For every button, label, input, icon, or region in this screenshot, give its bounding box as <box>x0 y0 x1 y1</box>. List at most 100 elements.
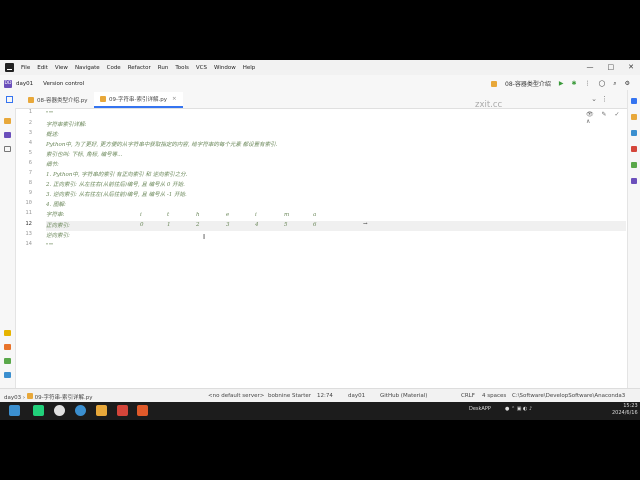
user-icon[interactable]: ◯ <box>599 80 606 87</box>
deployment-server[interactable]: <no default server> <box>208 393 264 399</box>
module-selector[interactable]: day01 <box>348 393 365 399</box>
breadcrumb-file[interactable]: 09-字符串-索引详解.py <box>35 395 93 401</box>
diagram-char: h <box>196 212 200 218</box>
settings-icon[interactable]: ⚙ <box>625 80 630 87</box>
starter-widget[interactable]: bobnine Starter <box>268 393 311 399</box>
line-ending[interactable]: CRLF <box>461 393 475 399</box>
code-editor[interactable]: 👁 ✎ ✓ ∧ 1 """ 2 字符串索引详解: 3 概述: 4 Python中… <box>16 109 627 388</box>
breadcrumb-project[interactable]: day03 <box>4 395 21 401</box>
project-view-icon[interactable] <box>6 96 13 103</box>
tab-label: 09-字符串-索引详解.py <box>109 97 167 103</box>
project-selector[interactable]: day01 <box>16 81 33 87</box>
tab-list-icon[interactable]: ⌄ <box>591 95 601 103</box>
menu-help[interactable]: Help <box>243 65 256 71</box>
diagram-char: a <box>313 212 317 218</box>
diagram-char: t <box>167 212 170 218</box>
minimize-button[interactable]: — <box>587 63 594 71</box>
folder-icon[interactable] <box>4 118 11 124</box>
tray-app-label[interactable]: DeskAPP <box>469 406 491 412</box>
line-number: 3 <box>28 130 32 136</box>
line-number: 10 <box>25 200 32 206</box>
tray-icons[interactable]: ● ⌃ ▣ ◐ ♪ <box>505 406 532 412</box>
code-line: 字符串: <box>46 212 65 218</box>
run-toolbar: 08-容器类型介绍 ▶ ✱ ⋮ ◯ ⌕ ⚙ <box>491 79 630 88</box>
start-menu-icon[interactable] <box>9 405 20 416</box>
tab-label: 08-容器类型介绍.py <box>37 98 88 104</box>
ide-window: File Edit View Navigate Code Refactor Ru… <box>0 60 640 420</box>
code-line: """ <box>46 111 54 117</box>
diagram-char: m <box>284 212 290 218</box>
line-number: 7 <box>28 170 32 176</box>
pycharm-taskbar-icon[interactable] <box>33 405 44 416</box>
forward-index: 3 <box>226 222 230 228</box>
clock-time: 15:23 <box>623 403 638 409</box>
forward-index: 0 <box>140 222 144 228</box>
menu-edit[interactable]: Edit <box>37 65 48 71</box>
close-window-button[interactable]: ✕ <box>628 63 634 71</box>
menu-vcs[interactable]: VCS <box>196 65 207 71</box>
caret-position[interactable]: 12:74 <box>317 393 333 399</box>
line-number: 8 <box>28 180 32 186</box>
code-line: 逆向索引: <box>46 233 70 239</box>
diagram-char: e <box>226 212 230 218</box>
editor-header-icons[interactable]: 👁 ✎ ✓ ∧ <box>586 111 627 125</box>
python-console-icon[interactable] <box>4 344 11 350</box>
menu-window[interactable]: Window <box>214 65 236 71</box>
structure-icon[interactable] <box>4 132 11 138</box>
close-tab-icon[interactable]: × <box>172 96 177 102</box>
wps-taskbar-icon[interactable] <box>117 405 128 416</box>
current-line-highlight <box>46 221 626 231</box>
terminal-icon[interactable] <box>4 372 11 378</box>
python-file-icon <box>26 393 33 399</box>
python-packages-icon[interactable] <box>4 330 11 336</box>
menu-file[interactable]: File <box>21 65 30 71</box>
version-control-menu[interactable]: Version control <box>43 81 84 87</box>
menu-view[interactable]: View <box>55 65 68 71</box>
clock-date: 2024/6/16 <box>612 410 638 416</box>
menu-run[interactable]: Run <box>158 65 169 71</box>
project-badge: DD <box>4 79 12 88</box>
maximize-button[interactable]: □ <box>608 63 615 71</box>
more-tools-icon[interactable] <box>4 146 11 152</box>
menu-navigate[interactable]: Navigate <box>75 65 100 71</box>
tab-options-icon[interactable]: ⋮ <box>601 95 612 103</box>
tab-08-container-types[interactable]: 08-容器类型介绍.py <box>22 92 93 108</box>
menu-tools[interactable]: Tools <box>175 65 189 71</box>
run-icon[interactable]: ▶ <box>559 80 564 87</box>
forward-index: 6 <box>313 222 317 228</box>
menu-code[interactable]: Code <box>107 65 121 71</box>
line-number: 13 <box>25 231 32 237</box>
menu-refactor[interactable]: Refactor <box>128 65 151 71</box>
line-number: 11 <box>25 210 32 216</box>
sciview-icon[interactable] <box>631 178 637 184</box>
breadcrumb[interactable]: day03 › 09-字符串-索引详解.py <box>4 393 93 401</box>
file-explorer-icon[interactable] <box>96 405 107 416</box>
line-number: 6 <box>28 160 32 166</box>
left-tool-strip <box>0 108 16 388</box>
pycharm-logo-icon[interactable] <box>5 63 14 72</box>
status-bar: day03 › 09-字符串-索引详解.py <no default serve… <box>0 388 640 403</box>
run-config-selector[interactable]: 08-容器类型介绍 <box>505 79 551 88</box>
clock[interactable]: 15:23 2024/6/16 <box>612 403 638 417</box>
chrome-taskbar-icon[interactable] <box>54 405 65 416</box>
plugin-icon[interactable] <box>631 146 637 152</box>
interpreter-selector[interactable]: C:\Software\DevelopSoftware\Anaconda3 <box>512 393 634 399</box>
indent-setting[interactable]: 4 spaces <box>482 393 506 399</box>
theme-selector[interactable]: GitHub (Material) <box>380 393 427 399</box>
tab-actions: ⌄⋮ <box>591 95 612 103</box>
services-icon[interactable] <box>4 358 11 364</box>
search-icon[interactable]: ⌕ <box>613 80 616 88</box>
ai-assistant-icon[interactable] <box>631 130 637 136</box>
tab-09-string-index[interactable]: 09-字符串-索引详解.py × <box>94 92 183 108</box>
line-number: 4 <box>28 140 32 146</box>
more-icon[interactable]: ⋮ <box>585 80 591 87</box>
database-icon[interactable] <box>631 114 637 120</box>
coverage-icon[interactable] <box>631 162 637 168</box>
code-line: 正向索引: <box>46 223 70 229</box>
code-line: 2. 正向索引: 从左往右(从前往后)编号, 且 编号从 0 开始. <box>46 182 185 188</box>
recorder-taskbar-icon[interactable] <box>137 405 148 416</box>
python-file-icon <box>100 96 106 102</box>
debug-icon[interactable]: ✱ <box>571 80 576 87</box>
browser-taskbar-icon[interactable] <box>75 405 86 416</box>
notifications-icon[interactable] <box>631 98 637 104</box>
